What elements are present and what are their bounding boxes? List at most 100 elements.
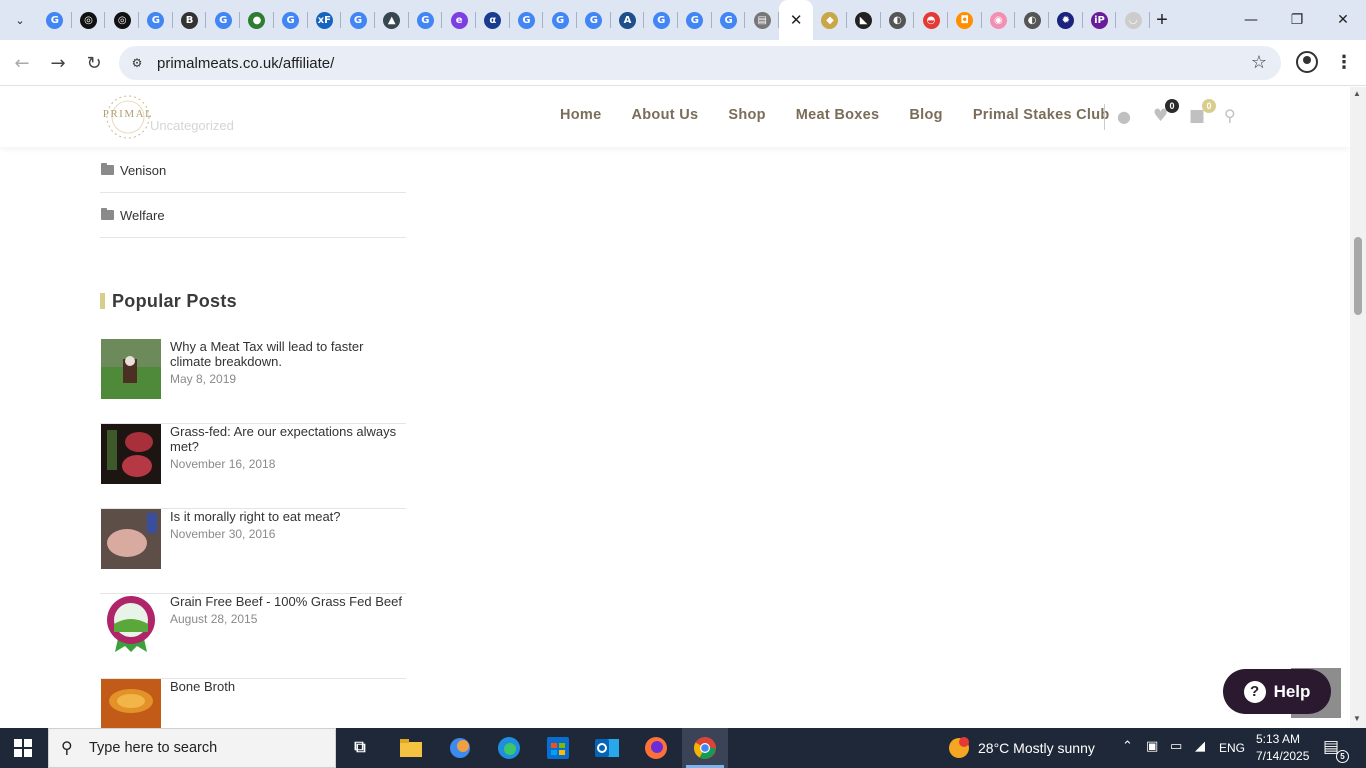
minimize-button[interactable]: —: [1228, 0, 1274, 40]
browser-tab[interactable]: G: [139, 0, 173, 40]
browser-tab[interactable]: ◘: [948, 0, 982, 40]
post-title[interactable]: Is it morally right to eat meat?: [170, 509, 405, 524]
popular-post-item[interactable]: Is it morally right to eat meat? Novembe…: [100, 509, 406, 594]
scroll-thumb[interactable]: [1354, 237, 1362, 315]
post-thumbnail-cow[interactable]: [101, 339, 161, 399]
tab-active[interactable]: ✕: [779, 0, 814, 40]
browser-menu-icon[interactable]: ⋮: [1334, 52, 1354, 74]
browser-tab[interactable]: ◐: [1015, 0, 1049, 40]
browser-tab[interactable]: A: [611, 0, 645, 40]
help-button[interactable]: ? Help: [1223, 669, 1331, 714]
browser-tab[interactable]: ●: [240, 0, 274, 40]
browser-tab[interactable]: G: [206, 0, 241, 40]
edge-icon[interactable]: [495, 734, 523, 762]
page-scrollbar[interactable]: ▲ ▼: [1350, 87, 1366, 728]
popular-post-item[interactable]: Why a Meat Tax will lead to faster clima…: [100, 339, 406, 424]
firefox-icon[interactable]: [642, 734, 670, 762]
address-bar[interactable]: ⚙ primalmeats.co.uk/affiliate/ ☆: [119, 46, 1281, 80]
chrome-icon[interactable]: [691, 734, 719, 762]
popular-post-item[interactable]: Grass-fed: Are our expectations always m…: [100, 424, 406, 509]
user-account-icon[interactable]: ●: [1117, 107, 1131, 126]
tab-search-chevron-icon[interactable]: ⌄: [8, 8, 32, 32]
category-item-welfare[interactable]: Welfare: [100, 193, 406, 238]
browser-tab[interactable]: G: [678, 0, 712, 40]
nav-shop[interactable]: Shop: [728, 107, 765, 123]
meet-now-icon[interactable]: ▣: [1146, 739, 1158, 754]
wifi-icon[interactable]: ◢: [1195, 739, 1205, 754]
browser-tab[interactable]: ▲: [375, 0, 409, 40]
browser-tab[interactable]: G: [341, 0, 375, 40]
nav-about-us[interactable]: About Us: [632, 107, 699, 123]
task-view-icon[interactable]: ⧉: [346, 734, 374, 762]
popular-post-item[interactable]: Grain Free Beef - 100% Grass Fed Beef Au…: [100, 594, 406, 679]
reload-button[interactable]: ↻: [81, 50, 107, 76]
close-window-button[interactable]: ✕: [1320, 0, 1366, 40]
browser-tab[interactable]: iP: [1083, 0, 1117, 40]
browser-tab[interactable]: G: [274, 0, 308, 40]
post-title[interactable]: Why a Meat Tax will lead to faster clima…: [170, 339, 405, 369]
post-thumbnail-pig[interactable]: [101, 509, 161, 569]
browser-tab[interactable]: ◆: [813, 0, 847, 40]
post-title[interactable]: Bone Broth: [170, 679, 405, 694]
nav-primal-stakes-club[interactable]: Primal Stakes Club: [973, 107, 1110, 123]
browser-tab[interactable]: ◎: [105, 0, 140, 40]
browser-tab[interactable]: ◓: [914, 0, 948, 40]
post-title[interactable]: Grass-fed: Are our expectations always m…: [170, 424, 405, 454]
file-explorer-icon[interactable]: [397, 734, 425, 762]
browser-tab[interactable]: G: [577, 0, 611, 40]
windows-start-icon[interactable]: [14, 739, 32, 757]
nav-home[interactable]: Home: [560, 107, 602, 123]
post-thumbnail-pasture-badge[interactable]: [101, 594, 161, 654]
tab-close-icon[interactable]: ✕: [790, 11, 803, 29]
browser-tab[interactable]: G: [712, 0, 746, 40]
scroll-up-arrow-icon[interactable]: ▲: [1353, 89, 1361, 98]
browser-tab[interactable]: B: [173, 0, 207, 40]
post-thumbnail-bone-broth[interactable]: [101, 679, 161, 728]
browser-tab[interactable]: ◎: [72, 0, 106, 40]
site-info-icon[interactable]: ⚙: [127, 53, 147, 73]
url-text[interactable]: primalmeats.co.uk/affiliate/: [157, 55, 334, 72]
back-button[interactable]: ←: [9, 50, 35, 76]
battery-icon[interactable]: ▭: [1170, 739, 1182, 754]
clock-date[interactable]: 7/14/2025: [1256, 749, 1309, 763]
outlook-icon[interactable]: [593, 734, 621, 762]
forward-button[interactable]: →: [45, 50, 71, 76]
browser-tab[interactable]: ◐: [881, 0, 915, 40]
category-item-venison[interactable]: Venison: [100, 148, 406, 193]
browser-tab[interactable]: G: [644, 0, 679, 40]
post-title[interactable]: Grain Free Beef - 100% Grass Fed Beef: [170, 594, 405, 609]
browser-tab[interactable]: ◡: [1116, 0, 1150, 40]
nav-meat-boxes[interactable]: Meat Boxes: [796, 107, 880, 123]
nav-blog[interactable]: Blog: [909, 107, 942, 123]
browser-tab[interactable]: ▤: [745, 0, 780, 40]
clock-time[interactable]: 5:13 AM: [1256, 732, 1300, 746]
weather-sun-icon[interactable]: [948, 737, 970, 763]
browser-tab[interactable]: G: [409, 0, 443, 40]
site-logo[interactable]: PRIMAL: [100, 93, 156, 141]
weather-text[interactable]: 28°C Mostly sunny: [978, 740, 1095, 756]
profile-icon[interactable]: [1296, 51, 1318, 73]
restore-button[interactable]: ❐: [1274, 0, 1320, 40]
popular-post-item[interactable]: Bone Broth: [100, 679, 406, 728]
browser-tab[interactable]: G: [543, 0, 577, 40]
language-indicator[interactable]: ENG: [1219, 741, 1245, 755]
search-icon[interactable]: ⚲: [1224, 106, 1236, 125]
copilot-icon[interactable]: [446, 734, 474, 762]
browser-tab[interactable]: e: [442, 0, 476, 40]
browser-tab[interactable]: G: [510, 0, 544, 40]
browser-tab[interactable]: ◣: [847, 0, 881, 40]
category-label[interactable]: Venison: [120, 163, 166, 178]
browser-tab[interactable]: ✹: [1049, 0, 1083, 40]
browser-tab[interactable]: ◉: [982, 0, 1016, 40]
browser-tab[interactable]: xF: [308, 0, 342, 40]
browser-tab[interactable]: α: [476, 0, 510, 40]
show-hidden-icons-chevron-icon[interactable]: ⌃: [1122, 739, 1133, 754]
bookmark-star-icon[interactable]: ☆: [1251, 52, 1267, 73]
post-thumbnail-steaks[interactable]: [101, 424, 161, 484]
browser-tab[interactable]: G: [38, 0, 72, 40]
taskbar-search-box[interactable]: ⚲ Type here to search: [48, 728, 336, 768]
microsoft-store-icon[interactable]: [544, 734, 572, 762]
scroll-down-arrow-icon[interactable]: ▼: [1353, 714, 1361, 723]
new-tab-button[interactable]: +: [1150, 8, 1174, 32]
taskbar-search-placeholder[interactable]: Type here to search: [89, 740, 217, 756]
